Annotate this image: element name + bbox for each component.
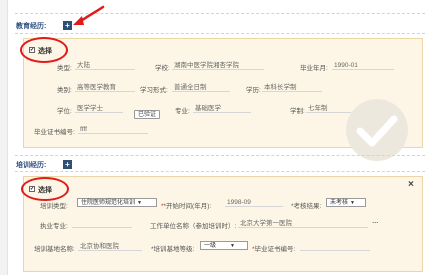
assess-label-text: *考核结果: xyxy=(291,203,322,210)
base-name-label: 培训基地名称: xyxy=(34,246,75,253)
grad-year-label: 毕业年月: xyxy=(300,65,328,72)
category-field[interactable]: 高等医学教育 xyxy=(75,83,135,92)
education-level-label: 学历: xyxy=(246,87,261,94)
education-level-field[interactable]: 本科长学制 xyxy=(262,83,322,92)
assess-value: 未考核 xyxy=(330,200,349,206)
divider xyxy=(15,155,425,156)
base-name-field[interactable]: 北京协和医院 xyxy=(78,242,142,251)
start-time-label: **开始时间(年月): xyxy=(161,203,212,210)
start-time-field[interactable]: 1998-09 xyxy=(225,198,283,207)
base-level-value: 一级 xyxy=(204,243,217,249)
cert-no-label: 毕业证书编号: xyxy=(34,129,75,136)
left-scroll-strip xyxy=(0,0,8,275)
practice-major-field[interactable] xyxy=(72,219,132,228)
degree-label: 学位: xyxy=(57,108,72,115)
schooling-field[interactable]: 七年制 xyxy=(306,104,351,113)
chevron-down-icon: ▼ xyxy=(350,200,355,206)
plus-icon: + xyxy=(65,160,70,169)
schooling-label: 学制: xyxy=(290,108,305,115)
divider xyxy=(15,171,425,172)
divider xyxy=(15,33,425,34)
cert-no-field[interactable]: ffff xyxy=(78,125,148,134)
category-label: 类别: xyxy=(57,87,72,94)
type-label: 类型: xyxy=(57,65,72,72)
study-form-field[interactable]: 普通全日制 xyxy=(172,83,230,92)
training-cert-no-label: *毕业证书编号: xyxy=(252,246,296,253)
chevron-down-icon: ▼ xyxy=(230,243,235,249)
training-type-select[interactable]: 住院医师规范化培训 ▼ xyxy=(77,198,157,207)
red-circle-annotation xyxy=(21,177,69,201)
base-level-label-text: *培训基地等级: xyxy=(151,246,195,253)
major-field[interactable]: 基础医学 xyxy=(193,104,251,113)
workplace-label: 工作单位名称（参加培训时）: xyxy=(150,223,237,230)
base-level-select[interactable]: 一级 ▼ xyxy=(200,241,248,250)
training-cert-no-field[interactable] xyxy=(300,242,370,251)
study-form-label: 学习形式: xyxy=(140,87,168,94)
start-time-label-text: *开始时间(年月): xyxy=(163,203,212,210)
chevron-down-icon: ▼ xyxy=(137,200,142,206)
verified-button[interactable]: 已验证 xyxy=(134,110,161,119)
red-circle-annotation xyxy=(20,37,68,63)
school-field[interactable]: 湖南中医学院湘杏学院 xyxy=(172,61,264,70)
major-label: 专业: xyxy=(175,108,190,115)
school-label: 学校: xyxy=(155,65,170,72)
training-type-value: 住院医师规范化培训 xyxy=(81,200,136,206)
training-cert-no-label-text: 毕业证书编号: xyxy=(254,246,296,253)
assess-label: *考核结果: xyxy=(291,200,321,210)
more-options-button[interactable]: … xyxy=(372,218,379,225)
red-arrow-annotation xyxy=(73,5,105,25)
base-level-label: *培训基地等级: xyxy=(151,243,194,253)
degree-field[interactable]: 医学学士 xyxy=(75,104,123,113)
workplace-field[interactable]: 北京大学第一医院 xyxy=(238,219,368,228)
training-type-label: 培训类型: xyxy=(40,203,68,210)
close-icon[interactable]: × xyxy=(408,180,414,190)
checkmark-icon xyxy=(346,99,408,161)
training-section-title: 培训经历: xyxy=(16,162,47,169)
grad-year-field[interactable]: 1990-01 xyxy=(332,61,394,70)
practice-major-label: 执业专业: xyxy=(40,223,68,230)
assess-select[interactable]: 未考核 ▼ xyxy=(326,198,366,207)
education-section-title: 教育经历: xyxy=(16,23,47,30)
add-training-button[interactable]: + xyxy=(63,160,72,169)
type-field[interactable]: 大陆 xyxy=(75,61,135,70)
